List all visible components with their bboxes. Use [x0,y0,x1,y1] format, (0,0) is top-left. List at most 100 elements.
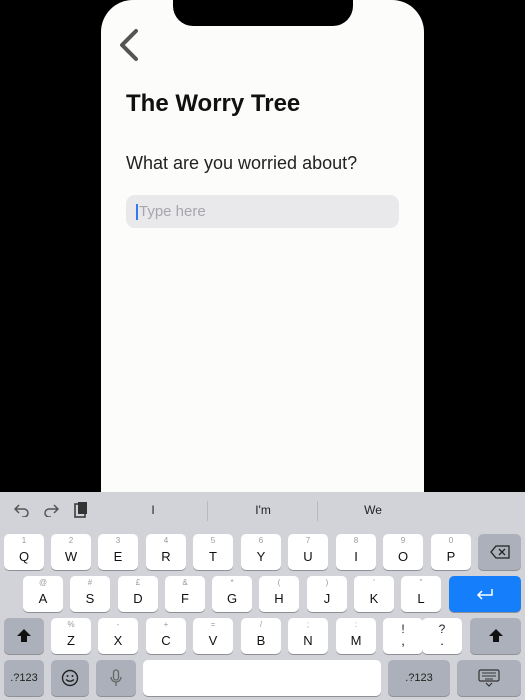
key-n[interactable]: ; N [288,618,328,654]
key-label: . [440,633,444,648]
return-icon [476,589,493,600]
space-key[interactable] [143,660,381,696]
shift-icon [488,629,503,642]
shift-key-left[interactable] [4,618,44,654]
back-button[interactable] [116,28,144,62]
key-label: A [38,591,48,606]
redo-icon [44,504,59,517]
key-period[interactable]: ?. [422,618,462,654]
suggestion-2[interactable]: I'm [210,492,316,528]
key-label: R [161,549,171,564]
key-u[interactable]: 7U [288,534,328,570]
numbers-key-label: .?123 [10,672,38,684]
key-label: G [226,591,238,606]
numbers-key-right[interactable]: .?123 [388,660,450,696]
backspace-key[interactable] [478,534,521,570]
key-label: S [85,591,95,606]
key-v[interactable]: = V [193,618,233,654]
key-label: I [354,549,358,564]
key-hint: ; [306,620,310,629]
mic-icon [110,669,122,686]
key-label: M [350,633,362,648]
key-hint: 9 [400,536,406,545]
paste-icon [74,502,87,518]
dictation-key[interactable] [96,660,136,696]
key-hint: # [87,578,93,587]
keyboard: I I'm We 1Q 2W 3E 4R 5T 6Y 7U 8I 9O 0P @… [0,492,525,700]
key-hint: 2 [68,536,74,545]
key-hint: * [230,578,234,587]
suggestion-divider [207,501,208,521]
key-e[interactable]: 3E [98,534,138,570]
key-label: P [446,549,456,564]
redo-button[interactable] [41,500,61,520]
key-hint: = [210,620,216,629]
key-hint: @ [38,578,48,587]
hide-keyboard-key[interactable] [457,660,521,696]
key-label: B [256,633,266,648]
key-label: D [133,591,143,606]
numbers-key-label: .?123 [405,672,433,684]
emoji-icon [61,669,79,687]
key-hint: % [67,620,75,629]
key-hint: ( [277,578,281,587]
key-hint: 3 [115,536,121,545]
key-z[interactable]: % Z [51,618,91,654]
emoji-key[interactable] [51,660,89,696]
key-hint: 8 [353,536,359,545]
key-c[interactable]: + C [146,618,186,654]
key-k[interactable]: ' K [354,576,394,612]
undo-button[interactable] [12,500,32,520]
key-hint: / [259,620,263,629]
back-chevron-icon [120,29,138,61]
key-i[interactable]: 8I [336,534,376,570]
key-label: N [303,633,313,648]
key-j[interactable]: ) J [307,576,347,612]
key-r[interactable]: 4R [146,534,186,570]
numbers-key-left[interactable]: .?123 [4,660,44,696]
suggestion-1[interactable]: I [100,492,206,528]
paste-button[interactable] [71,500,91,520]
key-p[interactable]: 0P [431,534,471,570]
key-hint: - [116,620,120,629]
key-label: W [64,549,78,564]
key-hint: 1 [21,536,27,545]
key-hint: 4 [163,536,169,545]
return-key[interactable] [449,576,521,612]
key-hint: ) [325,578,329,587]
key-comma[interactable]: !, [383,618,423,654]
key-s[interactable]: # S [70,576,110,612]
key-o[interactable]: 9O [383,534,423,570]
key-label: C [161,633,171,648]
key-label: L [417,591,425,606]
key-m[interactable]: :M [336,618,376,654]
key-label: H [274,591,284,606]
undo-icon [14,504,29,517]
key-hint: " [419,578,423,587]
key-w[interactable]: 2W [51,534,91,570]
key-hint: : [354,620,358,629]
key-x[interactable]: -X [98,618,138,654]
worry-input[interactable]: Type here [126,195,399,228]
key-label: F [181,591,189,606]
key-d[interactable]: £ D [118,576,158,612]
suggestion-3[interactable]: We [320,492,426,528]
key-f[interactable]: & F [165,576,205,612]
key-a[interactable]: @ A [23,576,63,612]
key-label: Y [256,549,266,564]
key-label: , [401,633,405,648]
key-y[interactable]: 6Y [241,534,281,570]
key-t[interactable]: 5T [193,534,233,570]
page-title: The Worry Tree [126,90,301,117]
key-label: O [397,549,409,564]
key-q[interactable]: 1Q [4,534,44,570]
keyboard-toolbar: I I'm We [0,492,525,528]
shift-key-right[interactable] [470,618,521,654]
key-g[interactable]: * G [212,576,252,612]
key-hint: + [163,620,169,629]
hide-keyboard-icon [478,669,500,687]
key-h[interactable]: (H [259,576,299,612]
key-l[interactable]: " L [401,576,441,612]
key-b[interactable]: / B [241,618,281,654]
key-label: E [113,549,123,564]
